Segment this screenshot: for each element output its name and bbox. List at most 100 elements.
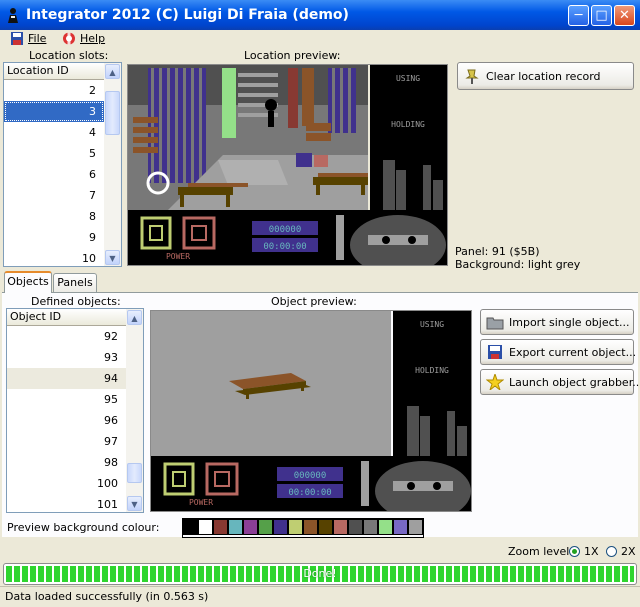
menu-help[interactable]: Help xyxy=(62,32,105,45)
panel-info: Panel: 91 ($5B) xyxy=(455,245,540,258)
zoom-2x-label: 2X xyxy=(621,545,636,558)
hud-score: 000000 xyxy=(294,471,327,481)
colour-swatch-12[interactable] xyxy=(363,519,378,535)
status-bar: Data loaded successfully (in 0.563 s) xyxy=(0,586,640,607)
hud-using-label: USING xyxy=(420,320,444,329)
zoom-1x-label: 1X xyxy=(584,545,599,558)
menu-file[interactable]: File xyxy=(10,32,46,45)
hud-using-label: USING xyxy=(396,74,420,83)
colour-swatch-6[interactable] xyxy=(273,519,288,535)
colour-swatch-13[interactable] xyxy=(378,519,393,535)
tab-objects[interactable]: Objects xyxy=(4,271,52,293)
clear-location-label: Clear location record xyxy=(486,69,601,83)
import-object-label: Import single object... xyxy=(509,315,630,329)
location-preview: USING HOLDING POWER 000000 00:00:00 xyxy=(127,64,448,266)
hud-timer: 00:00:00 xyxy=(263,242,306,252)
object-row[interactable]: 98 xyxy=(7,452,126,473)
window-title: Integrator 2012 (C) Luigi Di Fraia (demo… xyxy=(26,7,349,23)
radio-selected-icon[interactable] xyxy=(569,546,580,557)
radio-unselected-icon[interactable] xyxy=(606,546,617,557)
colour-swatch-8[interactable] xyxy=(303,519,318,535)
colour-swatch-11[interactable] xyxy=(348,519,363,535)
colour-swatch-2[interactable] xyxy=(213,519,228,535)
hud-power-label: POWER xyxy=(189,498,213,507)
minimize-button[interactable]: ─ xyxy=(568,5,589,26)
location-slots-label: Location slots: xyxy=(29,49,109,62)
star-icon xyxy=(486,374,504,390)
location-row[interactable]: 6 xyxy=(4,164,104,185)
location-preview-label: Location preview: xyxy=(244,49,341,62)
hud-power-label: POWER xyxy=(166,252,190,261)
zoom-2x-radio[interactable]: 2X xyxy=(606,545,636,558)
colour-swatch-10[interactable] xyxy=(333,519,348,535)
location-row-selected[interactable]: 3 xyxy=(4,101,104,122)
location-list[interactable]: Location ID 2 3 4 5 6 7 8 9 10 ▲ ▼ xyxy=(3,62,122,267)
folder-icon xyxy=(486,317,504,330)
colour-swatch-5[interactable] xyxy=(258,519,273,535)
app-logo-icon xyxy=(8,8,18,23)
scroll-thumb[interactable] xyxy=(105,91,120,135)
colour-swatch-9[interactable] xyxy=(318,519,333,535)
floppy-disk-icon xyxy=(11,32,23,45)
location-row[interactable]: 5 xyxy=(4,143,104,164)
close-button[interactable]: ✕ xyxy=(614,5,635,26)
scroll-up-icon[interactable]: ▲ xyxy=(127,310,142,325)
colour-swatch-0[interactable] xyxy=(183,519,198,535)
object-row[interactable]: 100 xyxy=(7,473,126,494)
object-row[interactable]: 97 xyxy=(7,431,126,452)
colour-swatch-4[interactable] xyxy=(243,519,258,535)
progress-bar: Done! xyxy=(3,563,637,585)
location-list-header[interactable]: Location ID xyxy=(4,63,104,80)
scroll-thumb[interactable] xyxy=(127,463,142,483)
colour-swatch-15[interactable] xyxy=(408,519,423,535)
location-row[interactable]: 10 xyxy=(4,248,104,266)
zoom-label: Zoom level: xyxy=(508,545,574,558)
location-row[interactable]: 7 xyxy=(4,185,104,206)
object-row-highlighted[interactable]: 94 xyxy=(7,368,126,389)
maximize-button[interactable]: □ xyxy=(591,5,612,26)
menu-bar: File Help xyxy=(0,30,640,48)
zoom-1x-radio[interactable]: 1X xyxy=(569,545,599,558)
colour-palette[interactable] xyxy=(182,518,424,538)
object-row[interactable]: 101 xyxy=(7,494,126,512)
floppy-disk-icon xyxy=(488,345,502,359)
object-list[interactable]: Object ID 92 93 94 95 96 97 98 100 101 ▲… xyxy=(6,308,144,513)
object-row[interactable]: 93 xyxy=(7,347,126,368)
colour-swatch-7[interactable] xyxy=(288,519,303,535)
location-row[interactable]: 2 xyxy=(4,80,104,101)
object-scrollbar[interactable]: ▲ ▼ xyxy=(126,309,143,512)
object-preview: USING HOLDING POWER 000000 00:00:00 xyxy=(150,310,472,512)
location-row[interactable]: 9 xyxy=(4,227,104,248)
clear-location-button[interactable]: Clear location record xyxy=(457,62,634,90)
scroll-down-icon[interactable]: ▼ xyxy=(105,250,120,265)
colour-swatch-1[interactable] xyxy=(198,519,213,535)
scroll-down-icon[interactable]: ▼ xyxy=(127,496,142,511)
hud-holding-label: HOLDING xyxy=(391,120,425,129)
location-row[interactable]: 8 xyxy=(4,206,104,227)
location-row[interactable]: 4 xyxy=(4,122,104,143)
hud-score: 000000 xyxy=(269,225,302,235)
object-row[interactable]: 95 xyxy=(7,389,126,410)
object-preview-scene: USING HOLDING POWER 000000 00:00:00 xyxy=(151,311,471,511)
object-row[interactable]: 92 xyxy=(7,326,126,347)
launch-grabber-button[interactable]: Launch object grabber... xyxy=(480,369,640,395)
progress-text: Done! xyxy=(303,567,337,580)
colour-swatch-14[interactable] xyxy=(393,519,408,535)
object-preview-label: Object preview: xyxy=(271,295,357,308)
colour-swatch-3[interactable] xyxy=(228,519,243,535)
lifebuoy-icon xyxy=(63,32,75,45)
hud-timer: 00:00:00 xyxy=(288,488,331,498)
application-window: Integrator 2012 (C) Luigi Di Fraia (demo… xyxy=(0,0,640,606)
import-object-button[interactable]: Import single object... xyxy=(480,309,634,335)
object-row[interactable]: 96 xyxy=(7,410,126,431)
tab-panels[interactable]: Panels xyxy=(53,273,97,292)
hud-holding-label: HOLDING xyxy=(415,366,449,375)
title-bar[interactable]: Integrator 2012 (C) Luigi Di Fraia (demo… xyxy=(0,0,640,30)
location-scrollbar[interactable]: ▲ ▼ xyxy=(104,63,121,266)
status-text: Data loaded successfully (in 0.563 s) xyxy=(5,590,209,603)
export-object-button[interactable]: Export current object... xyxy=(480,339,636,365)
launch-grabber-label: Launch object grabber... xyxy=(509,375,640,389)
menu-file-label: File xyxy=(28,32,47,45)
object-list-header[interactable]: Object ID xyxy=(7,309,126,326)
scroll-up-icon[interactable]: ▲ xyxy=(105,64,120,79)
